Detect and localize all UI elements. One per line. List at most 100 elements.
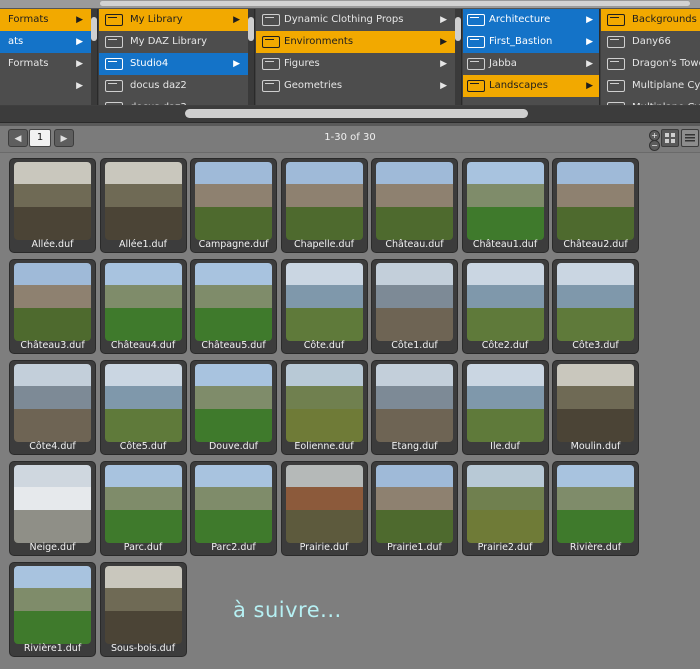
folder-item[interactable]: Backgrounds [601, 9, 700, 31]
column-scrollbar-thumb[interactable] [248, 17, 254, 41]
column-scrollbar-thumb[interactable] [455, 17, 461, 41]
preset-filename: Douve.duf [208, 441, 259, 452]
zoom-out-icon[interactable]: − [649, 140, 660, 151]
column-scrollbar-thumb[interactable] [91, 17, 97, 41]
expand-arrow-icon[interactable]: ▶ [440, 53, 447, 75]
preset-thumbnail[interactable]: Campagne.duf [190, 158, 277, 253]
content-grid: Allée.duf Allée1.duf Campagne.duf Chapelle.… [9, 158, 649, 668]
top-scrollbar[interactable] [0, 0, 700, 9]
preset-thumbnail[interactable]: Etang.duf [371, 360, 458, 455]
folder-item[interactable]: Formats ▶ [0, 53, 97, 75]
preset-thumbnail[interactable]: Moulin.duf [552, 360, 639, 455]
preset-thumbnail[interactable]: Château4.duf [99, 259, 187, 354]
expand-arrow-icon[interactable]: ▶ [440, 31, 447, 53]
preset-thumbnail[interactable]: Château2.duf [552, 158, 639, 253]
folder-item[interactable]: ▶ [0, 75, 97, 97]
horizontal-scrollbar-thumb[interactable] [185, 109, 528, 118]
preset-thumbnail[interactable]: Côte4.duf [9, 360, 96, 455]
folder-icon [607, 36, 625, 48]
folder-item[interactable]: Dragon's Tower [601, 53, 700, 75]
preset-thumbnail[interactable]: Prairie2.duf [461, 461, 549, 556]
column-scrollbar[interactable] [91, 9, 97, 105]
preset-thumbnail[interactable]: Rivière.duf [552, 461, 639, 556]
folder-item[interactable] [256, 97, 461, 105]
expand-arrow-icon[interactable]: ▶ [586, 75, 593, 97]
preset-filename: Château5.duf [201, 340, 266, 351]
preset-thumbnail[interactable]: Douve.duf [190, 360, 277, 455]
expand-arrow-icon[interactable]: ▶ [440, 9, 447, 31]
landscape-preview-image [195, 263, 272, 341]
top-scrollbar-thumb[interactable] [100, 1, 690, 6]
folder-item[interactable]: Multiplane Cyclorama [601, 75, 700, 97]
preset-thumbnail[interactable]: Allée1.duf [99, 158, 187, 253]
preset-thumbnail[interactable]: Parc.duf [99, 461, 187, 556]
preset-thumbnail[interactable]: Côte2.duf [461, 259, 549, 354]
preset-thumbnail[interactable]: Sous-bois.duf [99, 562, 187, 657]
preset-thumbnail[interactable]: Côte.duf [280, 259, 368, 354]
landscape-preview-image [557, 465, 634, 543]
folder-column-5: Backgrounds Dany66 Dragon's Tower Multiplan… [601, 9, 700, 105]
preview-ground-band [466, 409, 544, 442]
preset-thumbnail[interactable]: Château5.duf [190, 259, 277, 354]
preset-thumbnail[interactable]: Parc2.duf [190, 461, 277, 556]
preset-thumbnail[interactable]: Eolienne.duf [280, 360, 368, 455]
folder-item[interactable]: My Library ▶ [99, 9, 254, 31]
folder-item-label: Landscapes [489, 80, 548, 91]
preset-thumbnail[interactable]: Château.duf [371, 158, 458, 253]
folder-item[interactable]: Multiplane Cyclorama [601, 97, 700, 105]
folder-item[interactable]: My DAZ Library [99, 31, 254, 53]
preview-ground-band [104, 308, 182, 341]
expand-arrow-icon[interactable]: ▶ [233, 53, 240, 75]
folder-icon [105, 102, 123, 105]
folder-item-label: Studio4 [130, 58, 169, 69]
preview-ground-band [466, 308, 544, 341]
folder-item[interactable]: Dany66 [601, 31, 700, 53]
folder-item[interactable]: First_Bastion ▶ [463, 31, 599, 53]
preset-thumbnail[interactable]: Rivière1.duf [9, 562, 96, 657]
folder-item-label: Formats [8, 14, 49, 25]
expand-arrow-icon[interactable]: ▶ [76, 53, 83, 75]
folder-item[interactable]: Architecture ▶ [463, 9, 599, 31]
folder-item[interactable]: Environments ▶ [256, 31, 461, 53]
column-scrollbar[interactable] [248, 9, 254, 105]
expand-arrow-icon[interactable]: ▶ [440, 75, 447, 97]
preset-thumbnail[interactable]: Neige.duf [9, 461, 96, 556]
folder-item[interactable]: Landscapes ▶ [463, 75, 599, 97]
expand-arrow-icon[interactable]: ▶ [76, 75, 83, 97]
list-view-icon[interactable] [681, 129, 699, 147]
preset-thumbnail[interactable]: Côte5.duf [99, 360, 187, 455]
preset-thumbnail[interactable]: Château3.duf [9, 259, 96, 354]
expand-arrow-icon[interactable]: ▶ [76, 9, 83, 31]
preset-thumbnail[interactable]: Chapelle.duf [280, 158, 368, 253]
preset-thumbnail[interactable]: Ile.duf [461, 360, 549, 455]
preset-thumbnail[interactable]: Prairie.duf [280, 461, 368, 556]
folder-item[interactable]: Formats ▶ [0, 9, 97, 31]
folder-icon [262, 36, 280, 48]
folder-item[interactable]: ats ▶ [0, 31, 97, 53]
column-scrollbar[interactable] [455, 9, 461, 105]
folder-icon [262, 14, 280, 26]
folder-item[interactable]: Jabba ▶ [463, 53, 599, 75]
expand-arrow-icon[interactable]: ▶ [586, 53, 593, 75]
grid-view-icon[interactable] [661, 129, 679, 147]
preview-ground-band [195, 510, 272, 543]
preset-thumbnail[interactable]: Côte1.duf [371, 259, 458, 354]
folder-item[interactable]: Dynamic Clothing Props ▶ [256, 9, 461, 31]
expand-arrow-icon[interactable]: ▶ [586, 31, 593, 53]
preset-thumbnail[interactable]: Allée.duf [9, 158, 96, 253]
folder-item[interactable]: Figures ▶ [256, 53, 461, 75]
folder-item[interactable]: docus daz3 [99, 97, 254, 105]
expand-arrow-icon[interactable]: ▶ [233, 9, 240, 31]
landscape-preview-image [376, 465, 453, 543]
landscape-preview-image [14, 263, 91, 341]
folder-item[interactable]: docus daz2 [99, 75, 254, 97]
browser-horizontal-scrollbar[interactable] [0, 106, 700, 122]
preset-thumbnail[interactable]: Château1.duf [461, 158, 549, 253]
expand-arrow-icon[interactable]: ▶ [586, 9, 593, 31]
folder-item[interactable]: Studio4 ▶ [99, 53, 254, 75]
preset-thumbnail[interactable]: Prairie1.duf [371, 461, 458, 556]
preview-ground-band [14, 308, 91, 341]
folder-item[interactable]: Geometries ▶ [256, 75, 461, 97]
expand-arrow-icon[interactable]: ▶ [76, 31, 83, 53]
preset-thumbnail[interactable]: Côte3.duf [552, 259, 639, 354]
